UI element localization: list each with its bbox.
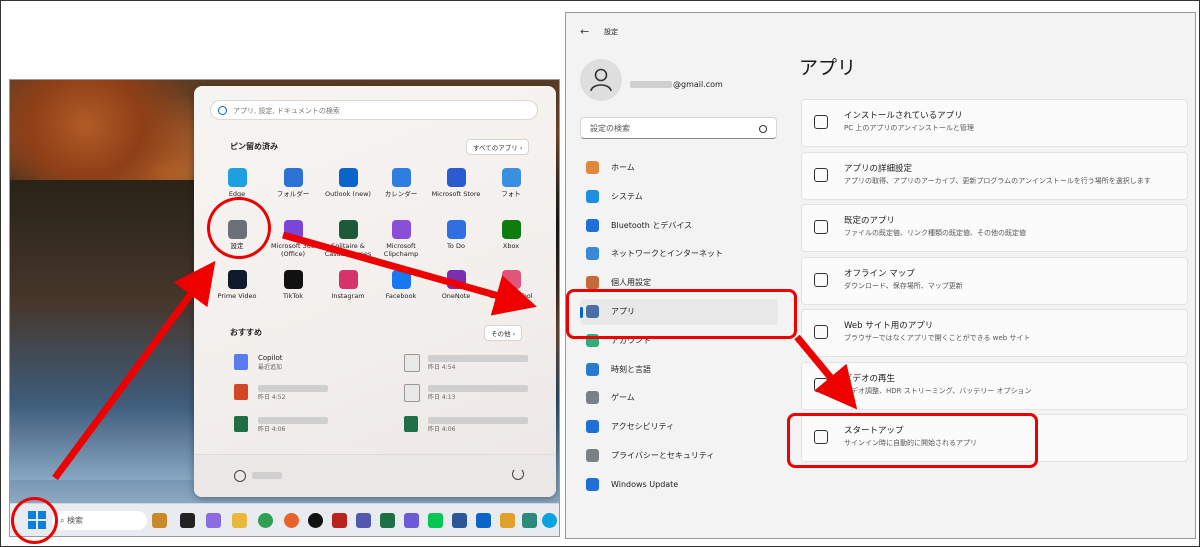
annotation-arrows	[52, 231, 858, 481]
arrow-start-to-settings	[52, 260, 216, 481]
arrow-apps-to-startup	[794, 334, 858, 410]
arrow-settings-to-apps	[282, 231, 537, 316]
